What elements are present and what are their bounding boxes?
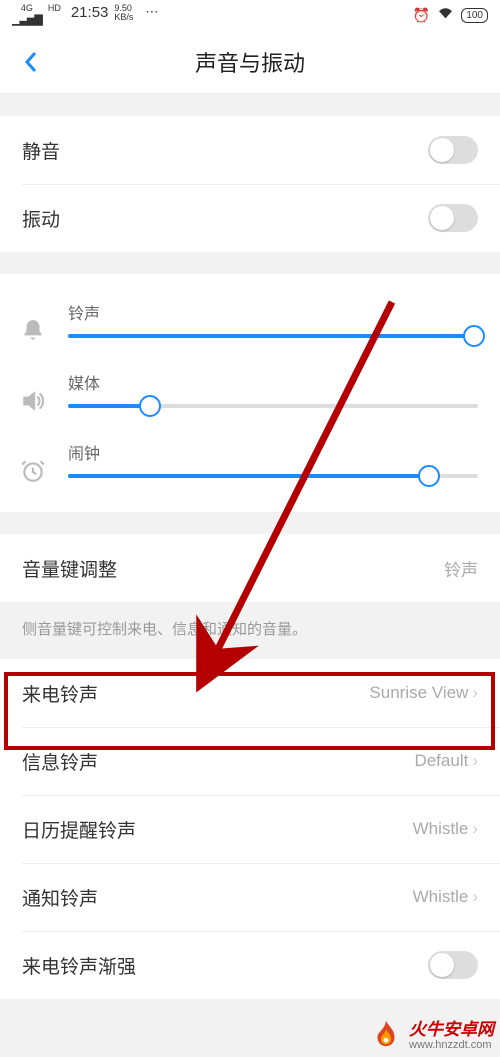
more-icon: ⋯ bbox=[145, 4, 159, 20]
flame-icon bbox=[369, 1019, 403, 1053]
slider-media: 媒体 bbox=[18, 358, 478, 428]
row-value: Default › bbox=[414, 751, 478, 771]
row-label: 信息铃声 bbox=[22, 748, 98, 775]
watermark-url: www.hnzzdt.com bbox=[409, 1039, 494, 1051]
clock: 21:53 bbox=[71, 4, 109, 21]
battery-indicator: 100 bbox=[461, 8, 488, 23]
bell-icon bbox=[18, 318, 48, 344]
row-notif-ringtone[interactable]: 通知铃声 Whistle › bbox=[0, 863, 500, 931]
row-vibrate[interactable]: 振动 bbox=[0, 184, 500, 252]
row-fade-in[interactable]: 来电铃声渐强 bbox=[0, 931, 500, 999]
row-label: 通知铃声 bbox=[22, 884, 98, 911]
toggle-vibrate[interactable] bbox=[428, 204, 478, 232]
net-speed: 9.50 KB/s bbox=[114, 4, 133, 22]
row-value: 铃声 bbox=[444, 556, 478, 581]
row-label: 静音 bbox=[22, 137, 60, 164]
slider-label: 媒体 bbox=[68, 370, 478, 394]
slider-alarm: 闹钟 bbox=[18, 428, 478, 498]
status-left: 4G ▁▃▅▇ HD 21:53 9.50 KB/s ⋯ bbox=[12, 4, 159, 26]
title-bar: 声音与振动 bbox=[0, 30, 500, 94]
chevron-right-icon: › bbox=[472, 751, 478, 771]
hd-indicator: HD bbox=[48, 4, 61, 13]
wifi-icon bbox=[437, 7, 454, 23]
slider-track[interactable] bbox=[68, 404, 478, 408]
volume-sliders: 铃声 媒体 闹钟 bbox=[0, 274, 500, 512]
slider-label: 闹钟 bbox=[68, 440, 478, 464]
chevron-right-icon: › bbox=[472, 683, 478, 703]
section-gap bbox=[0, 94, 500, 116]
row-label: 振动 bbox=[22, 205, 60, 232]
clock-icon bbox=[18, 458, 48, 484]
row-label: 来电铃声 bbox=[22, 680, 98, 707]
chevron-right-icon: › bbox=[472, 819, 478, 839]
slider-ringtone: 铃声 bbox=[18, 288, 478, 358]
alarm-icon: ⏰ bbox=[413, 7, 430, 24]
chevron-right-icon: › bbox=[472, 887, 478, 907]
section-gap bbox=[0, 512, 500, 534]
row-msg-ringtone[interactable]: 信息铃声 Default › bbox=[0, 727, 500, 795]
slider-track[interactable] bbox=[68, 474, 478, 478]
row-value: Sunrise View › bbox=[369, 683, 478, 703]
page-title: 声音与振动 bbox=[0, 46, 500, 78]
net-4g: 4G bbox=[21, 4, 33, 13]
slider-track[interactable] bbox=[68, 334, 478, 338]
row-silent[interactable]: 静音 bbox=[0, 116, 500, 184]
network-indicator: 4G ▁▃▅▇ bbox=[12, 4, 42, 26]
net-hd: HD bbox=[48, 4, 61, 13]
row-value: Whistle › bbox=[413, 887, 478, 907]
watermark-name: 火牛安卓网 bbox=[409, 1021, 494, 1040]
volume-key-desc: 侧音量键可控制来电、信息和通知的音量。 bbox=[0, 602, 500, 659]
watermark: 火牛安卓网 www.hnzzdt.com bbox=[369, 1019, 494, 1053]
slider-label: 铃声 bbox=[68, 300, 478, 324]
status-bar: 4G ▁▃▅▇ HD 21:53 9.50 KB/s ⋯ ⏰ 100 bbox=[0, 0, 500, 30]
row-label: 来电铃声渐强 bbox=[22, 952, 136, 979]
section-gap bbox=[0, 252, 500, 274]
row-label: 日历提醒铃声 bbox=[22, 816, 136, 843]
toggle-silent[interactable] bbox=[428, 136, 478, 164]
speaker-icon bbox=[18, 388, 48, 414]
row-calendar-ringtone[interactable]: 日历提醒铃声 Whistle › bbox=[0, 795, 500, 863]
status-right: ⏰ 100 bbox=[413, 7, 488, 24]
row-call-ringtone[interactable]: 来电铃声 Sunrise View › bbox=[0, 659, 500, 727]
toggle-fade-in[interactable] bbox=[428, 951, 478, 979]
row-value: Whistle › bbox=[413, 819, 478, 839]
signal-bars-icon: ▁▃▅▇ bbox=[12, 13, 42, 26]
row-volume-key[interactable]: 音量键调整 铃声 bbox=[0, 534, 500, 602]
row-label: 音量键调整 bbox=[22, 555, 117, 582]
